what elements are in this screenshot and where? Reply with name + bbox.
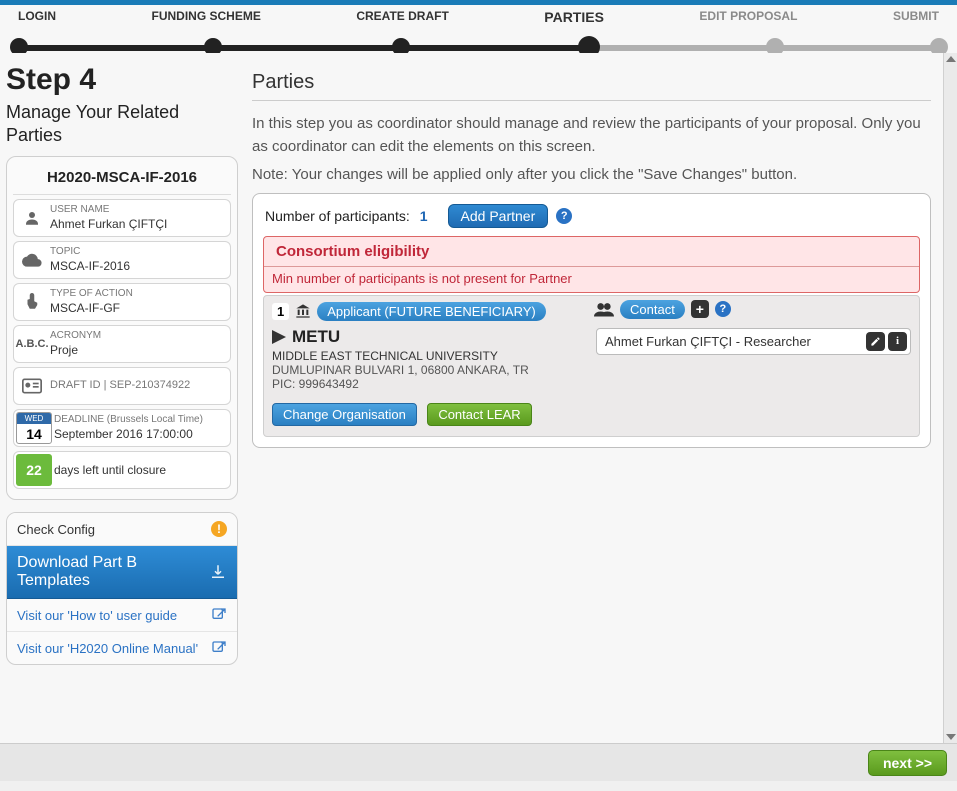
row-action: TYPE OF ACTIONMSCA-IF-GF bbox=[13, 283, 231, 321]
draft-value: SEP-210374922 bbox=[110, 379, 191, 391]
edit-contact-button[interactable] bbox=[866, 332, 885, 351]
step-title: Step 4 bbox=[6, 63, 238, 97]
download-icon bbox=[209, 563, 227, 581]
step-subtitle: Manage Your Related Parties bbox=[6, 101, 238, 146]
page-title: Parties bbox=[252, 71, 931, 101]
check-config-link[interactable]: Check Config ! bbox=[7, 513, 237, 546]
party-index: 1 bbox=[272, 303, 289, 320]
intro-para-2: Note: Your changes will be applied only … bbox=[252, 164, 931, 187]
user-icon bbox=[14, 209, 50, 227]
step-login[interactable]: LOGIN bbox=[18, 9, 56, 25]
institution-icon bbox=[295, 303, 311, 319]
contact-icon bbox=[594, 301, 614, 317]
call-code: H2020-MSCA-IF-2016 bbox=[13, 163, 231, 195]
role-label: Applicant (FUTURE BENEFICIARY) bbox=[327, 304, 536, 319]
intro-para-1: In this step you as coordinator should m… bbox=[252, 113, 931, 158]
links-card: Check Config ! Download Part B Templates… bbox=[6, 512, 238, 665]
participants-label: Number of participants: bbox=[265, 208, 410, 224]
topic-label: TOPIC bbox=[50, 246, 224, 259]
contact-person-row: Ahmet Furkan ÇIFTÇI - Researcher i bbox=[596, 328, 911, 355]
warning-icon: ! bbox=[211, 521, 227, 537]
howto-label: Visit our 'How to' user guide bbox=[17, 608, 177, 623]
action-value: MSCA-IF-GF bbox=[50, 301, 224, 316]
scrollbar[interactable] bbox=[943, 53, 957, 743]
row-draft: DRAFT ID | SEP-210374922 bbox=[13, 367, 231, 405]
howto-link[interactable]: Visit our 'How to' user guide bbox=[7, 599, 237, 631]
deadline-value: September 2016 17:00:00 bbox=[54, 427, 224, 442]
days-left-badge: 22 bbox=[16, 454, 52, 486]
expand-icon[interactable] bbox=[272, 330, 286, 344]
deadline-label: DEADLINE (Brussels Local Time) bbox=[54, 414, 224, 427]
calendar-icon: WED 14 bbox=[16, 412, 52, 444]
manual-label: Visit our 'H2020 Online Manual' bbox=[17, 641, 198, 656]
action-label: TYPE OF ACTION bbox=[50, 288, 224, 301]
calendar-dayname: WED bbox=[17, 413, 51, 424]
contact-person: Ahmet Furkan ÇIFTÇI - Researcher bbox=[605, 334, 811, 349]
eligibility-alert: Consortium eligibility Min number of par… bbox=[263, 236, 920, 293]
participants-count: 1 bbox=[420, 208, 428, 224]
footer-bar: next >> bbox=[0, 743, 957, 781]
contact-lear-button[interactable]: Contact LEAR bbox=[427, 403, 531, 426]
party-card: 1 Applicant (FUTURE BENEFICIARY) Contact… bbox=[263, 295, 920, 437]
step-parties[interactable]: PARTIES bbox=[544, 9, 604, 25]
help-icon[interactable]: ? bbox=[715, 301, 731, 317]
manual-link[interactable]: Visit our 'H2020 Online Manual' bbox=[7, 631, 237, 664]
topic-value: MSCA-IF-2016 bbox=[50, 259, 224, 274]
org-pic: PIC: 999643492 bbox=[272, 377, 911, 391]
progress-stepper: LOGIN FUNDING SCHEME CREATE DRAFT PARTIE… bbox=[0, 5, 957, 53]
row-daysleft: 22 days left until closure bbox=[13, 451, 231, 489]
step-draft[interactable]: CREATE DRAFT bbox=[356, 9, 448, 25]
draft-label: DRAFT ID bbox=[50, 379, 101, 391]
external-link-icon bbox=[211, 607, 227, 623]
contact-label: Contact bbox=[630, 302, 675, 317]
touch-icon bbox=[14, 292, 50, 312]
cloud-icon bbox=[14, 253, 50, 267]
help-icon[interactable]: ? bbox=[556, 208, 572, 224]
check-config-label: Check Config bbox=[17, 522, 95, 537]
contact-button[interactable]: Contact bbox=[620, 300, 685, 319]
scroll-up-icon[interactable] bbox=[946, 56, 956, 62]
org-address: DUMLUPINAR BULVARI 1, 06800 ANKARA, TR bbox=[272, 363, 911, 377]
abc-icon: A.B.C. bbox=[14, 338, 50, 350]
acronym-value: Proje bbox=[50, 343, 224, 358]
org-short-name: METU bbox=[292, 327, 340, 347]
download-templates-label: Download Part B Templates bbox=[17, 554, 209, 590]
proposal-info-card: H2020-MSCA-IF-2016 USER NAMEAhmet Furkan… bbox=[6, 156, 238, 500]
acronym-label: ACRONYM bbox=[50, 330, 224, 343]
add-partner-button[interactable]: Add Partner bbox=[448, 204, 549, 228]
row-topic: TOPICMSCA-IF-2016 bbox=[13, 241, 231, 279]
days-left-text: days left until closure bbox=[54, 463, 224, 478]
change-organisation-button[interactable]: Change Organisation bbox=[272, 403, 417, 426]
username-value: Ahmet Furkan ÇIFTÇI bbox=[50, 217, 224, 232]
info-contact-button[interactable]: i bbox=[888, 332, 907, 351]
download-templates-link[interactable]: Download Part B Templates bbox=[7, 546, 237, 599]
username-label: USER NAME bbox=[50, 204, 224, 217]
step-edit: EDIT PROPOSAL bbox=[699, 9, 797, 25]
role-badge: Applicant (FUTURE BENEFICIARY) bbox=[317, 302, 546, 321]
row-acronym: A.B.C. ACRONYMProje bbox=[13, 325, 231, 363]
scroll-down-icon[interactable] bbox=[946, 734, 956, 740]
alert-message: Min number of participants is not presen… bbox=[264, 267, 919, 292]
participants-panel: Number of participants: 1 Add Partner ? … bbox=[252, 193, 931, 448]
external-link-icon bbox=[211, 640, 227, 656]
row-username: USER NAMEAhmet Furkan ÇIFTÇI bbox=[13, 199, 231, 237]
row-deadline: WED 14 DEADLINE (Brussels Local Time)Sep… bbox=[13, 409, 231, 447]
step-submit: SUBMIT bbox=[893, 9, 939, 25]
step-funding[interactable]: FUNDING SCHEME bbox=[152, 9, 261, 25]
calendar-daynum: 14 bbox=[17, 424, 51, 444]
id-card-icon bbox=[14, 378, 50, 394]
add-contact-button[interactable]: + bbox=[691, 300, 709, 318]
next-button[interactable]: next >> bbox=[868, 750, 947, 776]
alert-title: Consortium eligibility bbox=[264, 237, 919, 267]
